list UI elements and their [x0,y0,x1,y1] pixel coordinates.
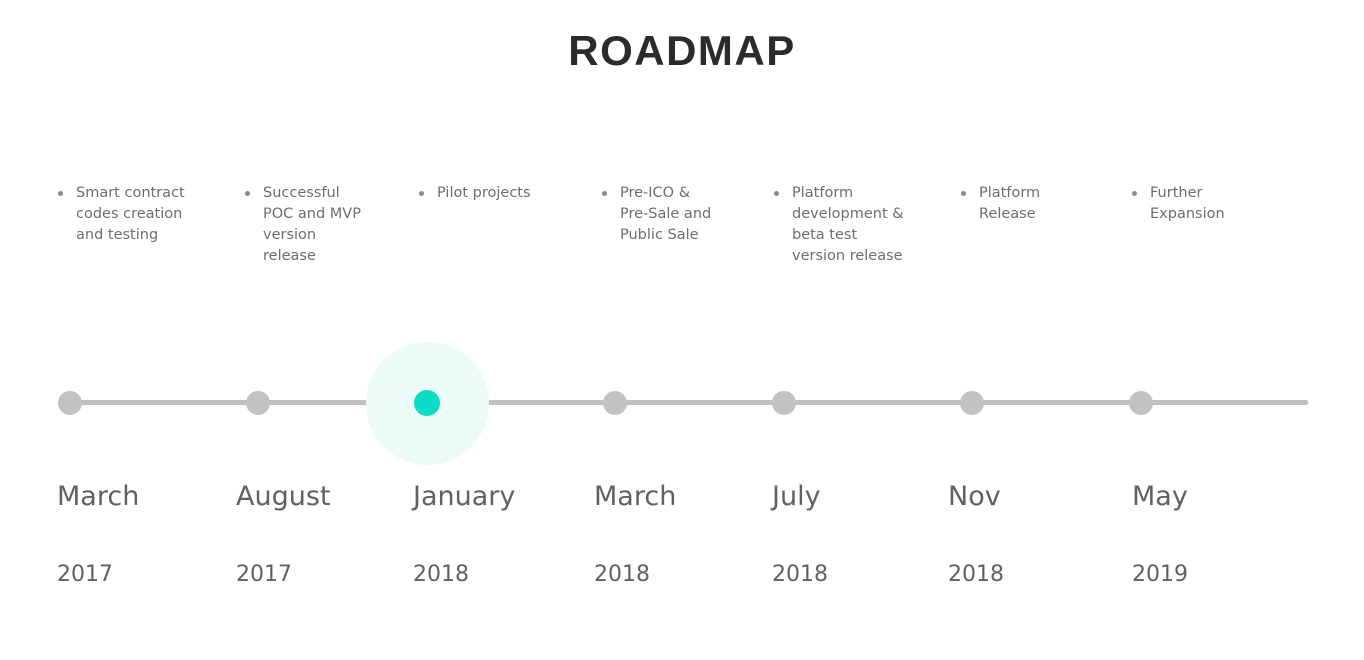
milestone-year-label: 2018 [594,562,650,587]
milestone-year-label: 2018 [772,562,828,587]
timeline-date-labels: March 2017 August 2017 January 2018 March 2018 J… [0,0,1364,660]
milestone-year-label: 2018 [413,562,469,587]
milestone-month-label: March [57,481,140,512]
milestone-month-label: May [1132,481,1188,512]
timeline-node-active[interactable] [414,390,440,416]
milestone-month-label: Nov [948,481,1001,512]
milestone-month-label: March [594,481,677,512]
milestone-month-label: August [236,481,331,512]
milestone-month-label: January [413,481,516,512]
milestone-year-label: 2017 [57,562,113,587]
milestone-year-label: 2017 [236,562,292,587]
milestone-year-label: 2018 [948,562,1004,587]
milestone-year-label: 2019 [1132,562,1188,587]
milestone-month-label: July [772,481,821,512]
